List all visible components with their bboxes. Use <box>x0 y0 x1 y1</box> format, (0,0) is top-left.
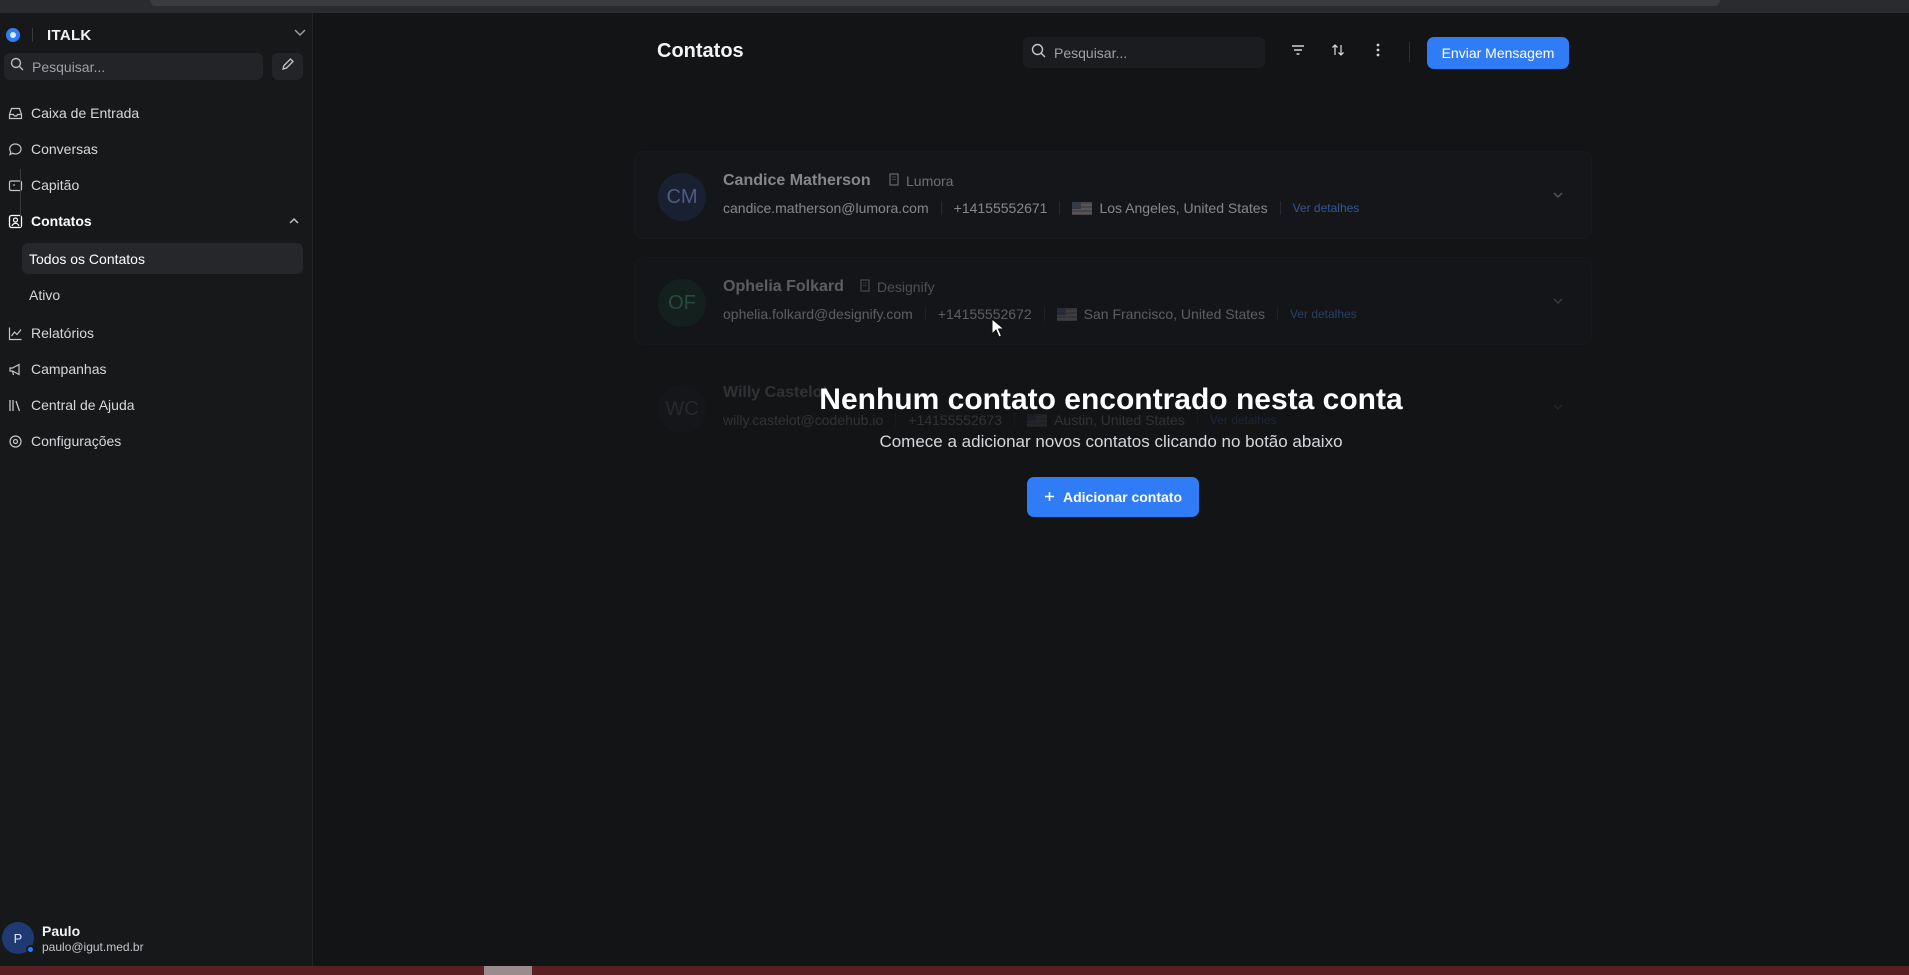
pencil-icon <box>281 57 295 76</box>
chevron-down-icon[interactable] <box>1553 296 1563 308</box>
brand-divider <box>32 28 33 42</box>
contact-meta-row: candice.matherson@lumora.com +1415555267… <box>723 200 1359 216</box>
taskbar-item <box>484 966 532 975</box>
chat-bubble-icon <box>8 142 23 157</box>
page-title: Contatos <box>657 40 744 62</box>
sidebar-item-label: Capitão <box>31 177 80 193</box>
add-contact-label: Adicionar contato <box>1062 489 1182 505</box>
empty-state-title: Nenhum contato encontrado nesta conta <box>0 383 1909 417</box>
sidebar-item-conversations[interactable]: Conversas <box>0 134 313 164</box>
sidebar: ITALK Caixa de Entrada Conversas <box>0 13 313 966</box>
browser-top-strip <box>0 0 1909 13</box>
sidebar-item-captain[interactable]: Capitão <box>0 170 313 200</box>
contact-card: OF Ophelia Folkard Designify ophelia.fol… <box>634 257 1592 345</box>
us-flag-icon <box>1056 307 1077 321</box>
user-name: Paulo <box>42 922 81 939</box>
contact-avatar: CM <box>658 173 706 221</box>
user-profile[interactable]: P Paulo paulo@igut.med.br <box>0 918 313 958</box>
contact-location: San Francisco, United States <box>1083 306 1265 322</box>
contact-email: candice.matherson@lumora.com <box>723 200 929 216</box>
chart-line-icon <box>8 326 23 341</box>
sort-button[interactable] <box>1326 40 1350 64</box>
empty-state-subtitle: Comece a adicionar novos contatos clican… <box>0 432 1909 452</box>
contact-location: Los Angeles, United States <box>1099 200 1268 216</box>
avatar-initial: P <box>13 930 23 946</box>
taskbar-strip <box>0 966 1909 975</box>
sidebar-item-label: Contatos <box>31 213 92 229</box>
more-vertical-icon <box>1376 43 1380 62</box>
contact-meta-row: ophelia.folkard@designify.com +141555526… <box>723 306 1357 322</box>
sidebar-subitem-label: Todos os Contatos <box>29 250 145 267</box>
contact-email: ophelia.folkard@designify.com <box>723 306 913 322</box>
send-message-button[interactable]: Enviar Mensagem <box>1427 37 1569 69</box>
contact-company: Designify <box>859 279 935 295</box>
contact-avatar: OF <box>658 279 706 327</box>
submenu-line <box>20 169 21 227</box>
brand-logo-icon <box>6 28 20 42</box>
empty-state-subtitle-text: Comece a adicionar novos contatos clican… <box>879 432 1343 451</box>
empty-state-title-text: Nenhum contato encontrado nesta conta <box>819 383 1403 416</box>
view-details-link[interactable]: Ver detalhes <box>1293 201 1360 215</box>
contact-initials: CM <box>666 185 698 208</box>
contact-company-name: Designify <box>877 279 935 295</box>
sidebar-item-label: Relatórios <box>31 325 95 341</box>
building-icon <box>888 173 900 189</box>
building-icon <box>859 279 871 295</box>
account-switcher[interactable]: ITALK <box>6 22 306 48</box>
add-contact-button[interactable]: Adicionar contato <box>1027 477 1199 517</box>
contact-name: Candice Matherson <box>723 172 871 189</box>
sidebar-item-campaigns[interactable]: Campanhas <box>0 354 313 384</box>
sidebar-item-reports[interactable]: Relatórios <box>0 318 313 348</box>
contact-phone: +14155552671 <box>953 200 1048 216</box>
sidebar-item-label: Conversas <box>31 141 98 157</box>
sidebar-search-input[interactable] <box>32 58 252 75</box>
chevron-down-icon <box>294 26 306 40</box>
megaphone-icon <box>8 362 23 377</box>
sidebar-subitem-active[interactable]: Ativo <box>22 279 303 310</box>
sidebar-item-label: Caixa de Entrada <box>31 105 140 121</box>
mouse-cursor-icon <box>991 317 1006 343</box>
contact-card: CM Candice Matherson Lumora candice.math… <box>634 151 1592 239</box>
contacts-search-input[interactable] <box>1054 44 1254 61</box>
compose-button[interactable] <box>272 53 303 80</box>
status-badge <box>26 945 35 954</box>
inbox-icon <box>8 106 23 121</box>
plus-icon <box>1044 489 1055 505</box>
contact-company: Lumora <box>888 173 953 189</box>
brand-name: ITALK <box>47 26 92 44</box>
search-icon <box>10 57 24 76</box>
contact-company-name: Lumora <box>906 173 954 189</box>
more-options-button[interactable] <box>1366 40 1390 64</box>
sort-icon <box>1331 43 1345 62</box>
user-email: paulo@igut.med.br <box>42 939 144 954</box>
search-icon <box>1031 43 1046 63</box>
sidebar-subitem-all-contacts[interactable]: Todos os Contatos <box>22 243 303 274</box>
contact-phone: +14155552672 <box>937 306 1032 322</box>
header-divider <box>1409 42 1410 62</box>
chevron-down-icon[interactable] <box>1553 190 1563 202</box>
sidebar-subitem-label: Ativo <box>29 286 61 303</box>
us-flag-icon <box>1072 201 1093 215</box>
contact-initials: OF <box>668 291 696 314</box>
chevron-up-icon <box>289 215 299 227</box>
sidebar-search[interactable] <box>4 53 263 80</box>
browser-tab-bar <box>150 0 1720 6</box>
avatar: P <box>2 922 35 954</box>
view-details-link[interactable]: Ver detalhes <box>1290 307 1357 321</box>
filter-icon <box>1291 43 1305 61</box>
sidebar-item-label: Campanhas <box>31 361 107 377</box>
sidebar-item-inbox[interactable]: Caixa de Entrada <box>0 98 313 128</box>
contacts-search[interactable] <box>1023 37 1265 68</box>
filter-button[interactable] <box>1286 40 1310 64</box>
contact-name: Ophelia Folkard <box>723 278 844 295</box>
sidebar-item-contacts[interactable]: Contatos <box>0 206 313 236</box>
